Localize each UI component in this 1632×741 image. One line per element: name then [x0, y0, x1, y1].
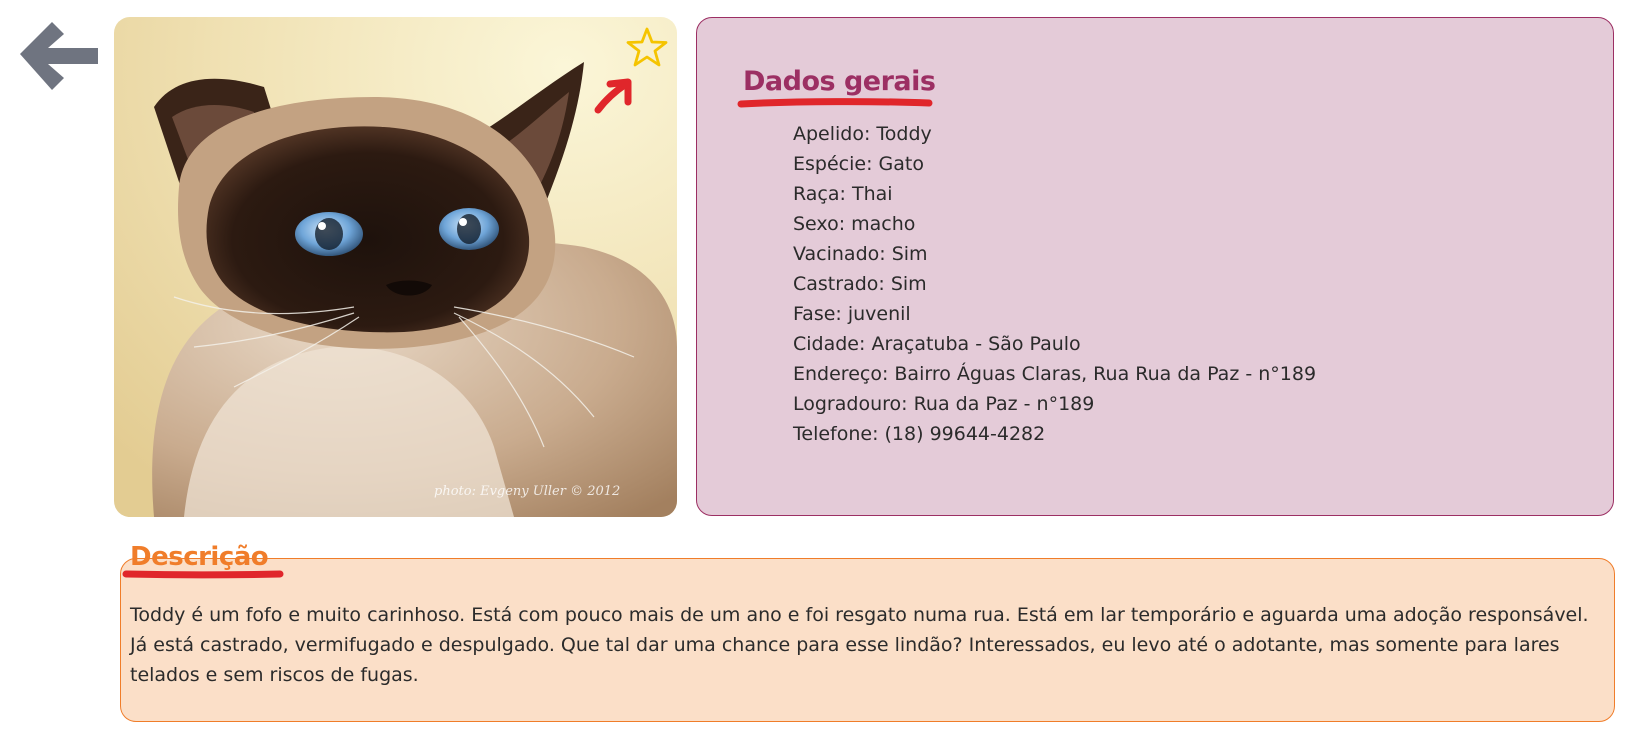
info-street: Logradouro: Rua da Paz - n°189	[793, 393, 1095, 415]
info-breed: Raça: Thai	[793, 183, 893, 205]
description-text: Toddy é um fofo e muito carinhoso. Está …	[130, 604, 1589, 686]
arrow-left-icon	[20, 22, 98, 90]
info-vaccinated: Vacinado: Sim	[793, 243, 928, 265]
annotation-arrow-icon	[592, 74, 640, 120]
info-species: Espécie: Gato	[793, 153, 924, 175]
info-neutered: Castrado: Sim	[793, 273, 927, 295]
favorite-button[interactable]	[626, 26, 668, 68]
general-info-list: Apelido: Toddy Espécie: Gato Raça: Thai …	[793, 119, 1316, 449]
star-outline-icon	[626, 27, 668, 67]
info-sex: Sexo: macho	[793, 213, 916, 235]
description-title: Descrição	[130, 542, 269, 572]
title-underline	[737, 98, 933, 108]
info-address: Endereço: Bairro Águas Claras, Rua Rua d…	[793, 363, 1317, 385]
photo-caption: photo: Evgeny Uller © 2012	[434, 484, 620, 499]
info-phone: Telefone: (18) 99644-4282	[793, 423, 1046, 445]
info-city: Cidade: Araçatuba - São Paulo	[793, 333, 1081, 355]
general-info-panel: Dados gerais Apelido: Toddy Espécie: Gat…	[696, 17, 1614, 516]
info-nickname: Apelido: Toddy	[793, 123, 932, 145]
pet-details-page: photo: Evgeny Uller © 2012 Dados gerais …	[0, 0, 1632, 741]
back-button[interactable]	[16, 16, 100, 98]
info-life-stage: Fase: juvenil	[793, 303, 911, 325]
general-info-title: Dados gerais	[743, 66, 936, 97]
description-underline	[122, 570, 284, 579]
